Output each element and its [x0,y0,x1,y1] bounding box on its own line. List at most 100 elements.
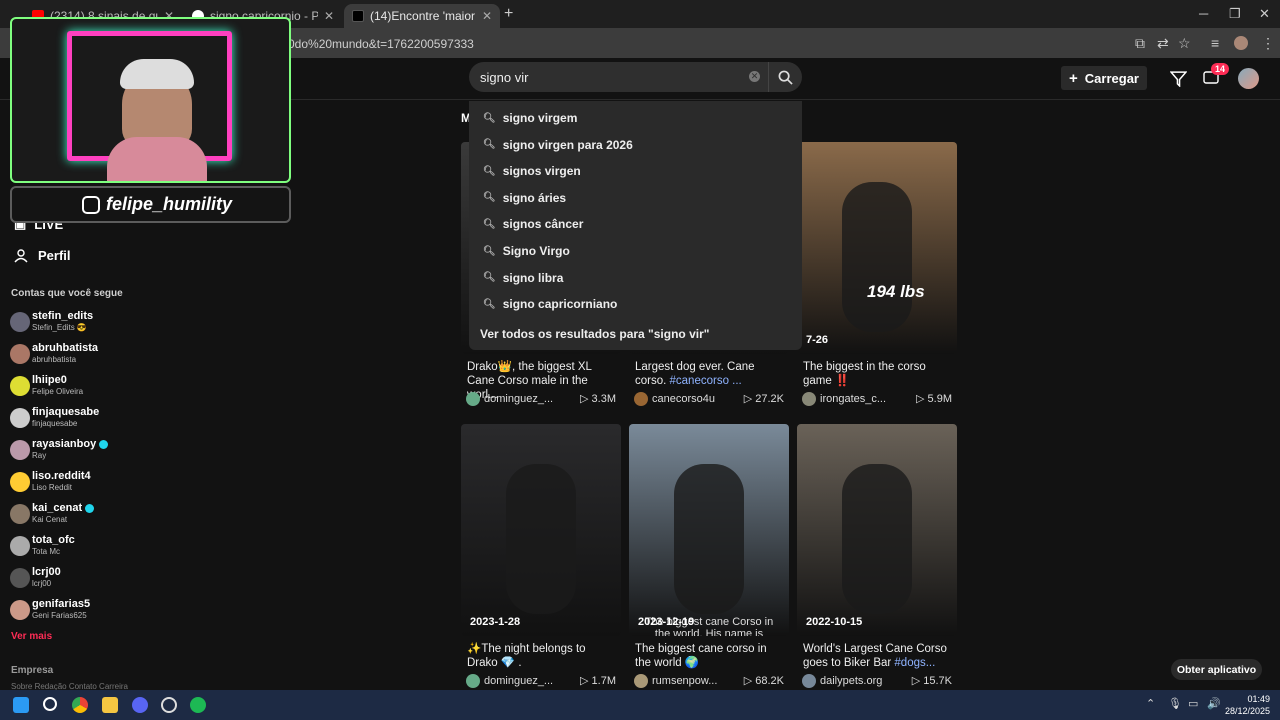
suggestion-item[interactable]: 🔍︎ signo capricorniano [483,297,617,311]
video-author[interactable]: irongates_c... [802,392,886,406]
see-all-results-link[interactable]: Ver todos os resultados para "signo vir" [480,327,709,341]
video-description[interactable]: World's Largest Cane Corso goes to Biker… [803,642,953,670]
minimize-icon[interactable]: ─ [1199,6,1208,21]
send-icon[interactable] [1170,70,1187,87]
account-name: Geni Farias625 [32,611,87,620]
company-heading[interactable]: Empresa [11,665,53,676]
taskbar-clock[interactable]: 01:49 28/12/2025 [1225,693,1270,717]
suggestion-item[interactable]: 🔍︎ signo virgem [483,111,577,125]
windows-taskbar: ⌃ 🎙 ▭ 🔊 01:49 28/12/2025 [0,690,1280,720]
clear-search-icon[interactable]: ✕ [749,71,760,82]
chevron-up-icon[interactable]: ⌃ [1146,697,1155,710]
settings-icon[interactable] [161,697,177,713]
video-thumbnail[interactable]: The biggest cane Corso in the world. His… [629,424,789,636]
tiktok-icon [352,10,364,22]
account-name: Liso Reddit [32,483,73,492]
followed-account[interactable]: stefin_edits Stefin_Edits 😎 [10,310,150,340]
nav-profile[interactable]: Perfil [14,248,71,263]
streamer-tag: felipe_humility [10,186,291,223]
view-count: ▷ 1.7M [580,675,616,687]
nav-label: Perfil [38,248,71,263]
tab-search-icon[interactable]: ≡ [1211,35,1219,51]
suggestion-item[interactable]: 🔍︎ signos virgen [483,164,581,178]
suggestion-item[interactable]: 🔍︎ signo libra [483,271,563,285]
microphone-icon[interactable]: 🎙 [1168,697,1182,710]
following-title: Contas que você segue [11,288,123,299]
chrome-icon[interactable] [72,697,88,713]
account-username: finjaquesabe [32,406,100,418]
star-icon[interactable]: ☆ [1178,35,1191,52]
suggestion-item[interactable]: 🔍︎ Signo Virgo [483,244,570,258]
video-thumbnail[interactable]: 2023-1-28 [461,424,621,636]
view-count: ▷ 68.2K [743,675,784,687]
video-author[interactable]: dominguez_... [466,674,553,688]
followed-account[interactable]: lhiipe0 Felipe Oliveira [10,374,150,404]
menu-kebab-icon[interactable]: ⋮ [1261,35,1275,52]
avatar [10,440,30,460]
see-more-link[interactable]: Ver mais [11,631,52,642]
account-name: abruhbatista [32,355,77,364]
suggestion-label: Signo Virgo [502,244,570,258]
profile-avatar-icon[interactable] [1234,36,1248,50]
get-app-button[interactable]: Obter aplicativo [1171,659,1262,680]
avatar [10,408,30,428]
followed-account[interactable]: finjaquesabe finjaquesabe [10,406,150,436]
avatar [10,472,30,492]
upload-button[interactable]: + Carregar [1061,66,1147,90]
account-username: stefin_edits [32,310,94,322]
account-name: Ray [32,451,47,460]
volume-icon[interactable]: 🔊 [1207,697,1221,710]
search-icon[interactable] [43,697,57,711]
video-overlay-text: 194 lbs [867,282,925,301]
restore-icon[interactable]: ❐ [1229,6,1241,22]
hashtag-link[interactable]: #canecorso ... [670,375,742,387]
followed-account[interactable]: abruhbatista abruhbatista [10,342,150,372]
avatar [802,674,816,688]
search-bar[interactable]: signo vir ✕ [469,62,802,92]
spotify-icon[interactable] [190,697,206,713]
suggestion-item[interactable]: 🔍︎ signo virgen para 2026 [483,138,633,152]
suggestion-item[interactable]: 🔍︎ signo áries [483,191,566,205]
suggestion-item[interactable]: 🔍︎ signos câncer [483,217,583,231]
account-username: liso.reddit4 [32,470,91,482]
file-explorer-icon[interactable] [102,697,118,713]
search-icon: 🔍︎ [483,218,496,230]
video-author[interactable]: dominguez_... [466,392,553,406]
video-thumbnail[interactable]: 194 lbs 7-26 [797,142,957,354]
search-button[interactable] [768,62,802,92]
video-description[interactable]: The biggest cane corso in the world 🌍 [635,642,785,670]
view-count: ▷ 27.2K [743,393,784,405]
avatar[interactable] [1238,68,1259,89]
close-icon[interactable]: ✕ [324,9,334,23]
hashtag-link[interactable]: #dogs... [894,657,935,669]
network-icon[interactable]: ▭ [1188,697,1198,710]
suggestion-label: signos virgen [502,164,581,179]
play-icon: ▷ [580,393,592,405]
discord-icon[interactable] [132,697,148,713]
account-name: lcrj00 [32,579,52,588]
followed-account[interactable]: liso.reddit4 Liso Reddit [10,470,150,500]
url-text[interactable]: 0do%20mundo&t=1762200597333 [288,37,474,51]
avatar [10,312,30,332]
followed-account[interactable]: tota_ofc Tota Mc [10,534,150,564]
followed-account[interactable]: kai_cenat Kai Cenat [10,502,150,532]
video-description[interactable]: Largest dog ever. Cane corso. #canecorso… [635,360,785,388]
browser-tab-tiktok[interactable]: (14)Encontre 'maior canecoxer ✕ [344,4,500,28]
window-close-icon[interactable]: ✕ [1259,6,1270,22]
followed-account[interactable]: genifarias5 Geni Farias625 [10,598,150,628]
search-input[interactable]: signo vir [480,70,528,85]
video-thumbnail[interactable]: 2022-10-15 [797,424,957,636]
video-description[interactable]: ✨The night belongs to Drako 💎 . [467,642,617,670]
video-description[interactable]: The biggest in the corso game ‼️ [803,360,953,388]
close-icon[interactable]: ✕ [482,9,492,23]
followed-account[interactable]: lcrj00 lcrj00 [10,566,150,596]
translate-icon[interactable]: ⇄ [1157,35,1169,52]
followed-account[interactable]: rayasianboy Ray [10,438,150,468]
video-author[interactable]: rumsenpow... [634,674,717,688]
video-author[interactable]: canecorso4u [634,392,715,406]
cast-icon[interactable]: ⧉ [1135,35,1145,52]
windows-start-icon[interactable] [13,697,29,713]
search-icon: 🔍︎ [483,112,496,124]
new-tab-button[interactable]: + [504,5,513,23]
video-author[interactable]: dailypets.org [802,674,882,688]
